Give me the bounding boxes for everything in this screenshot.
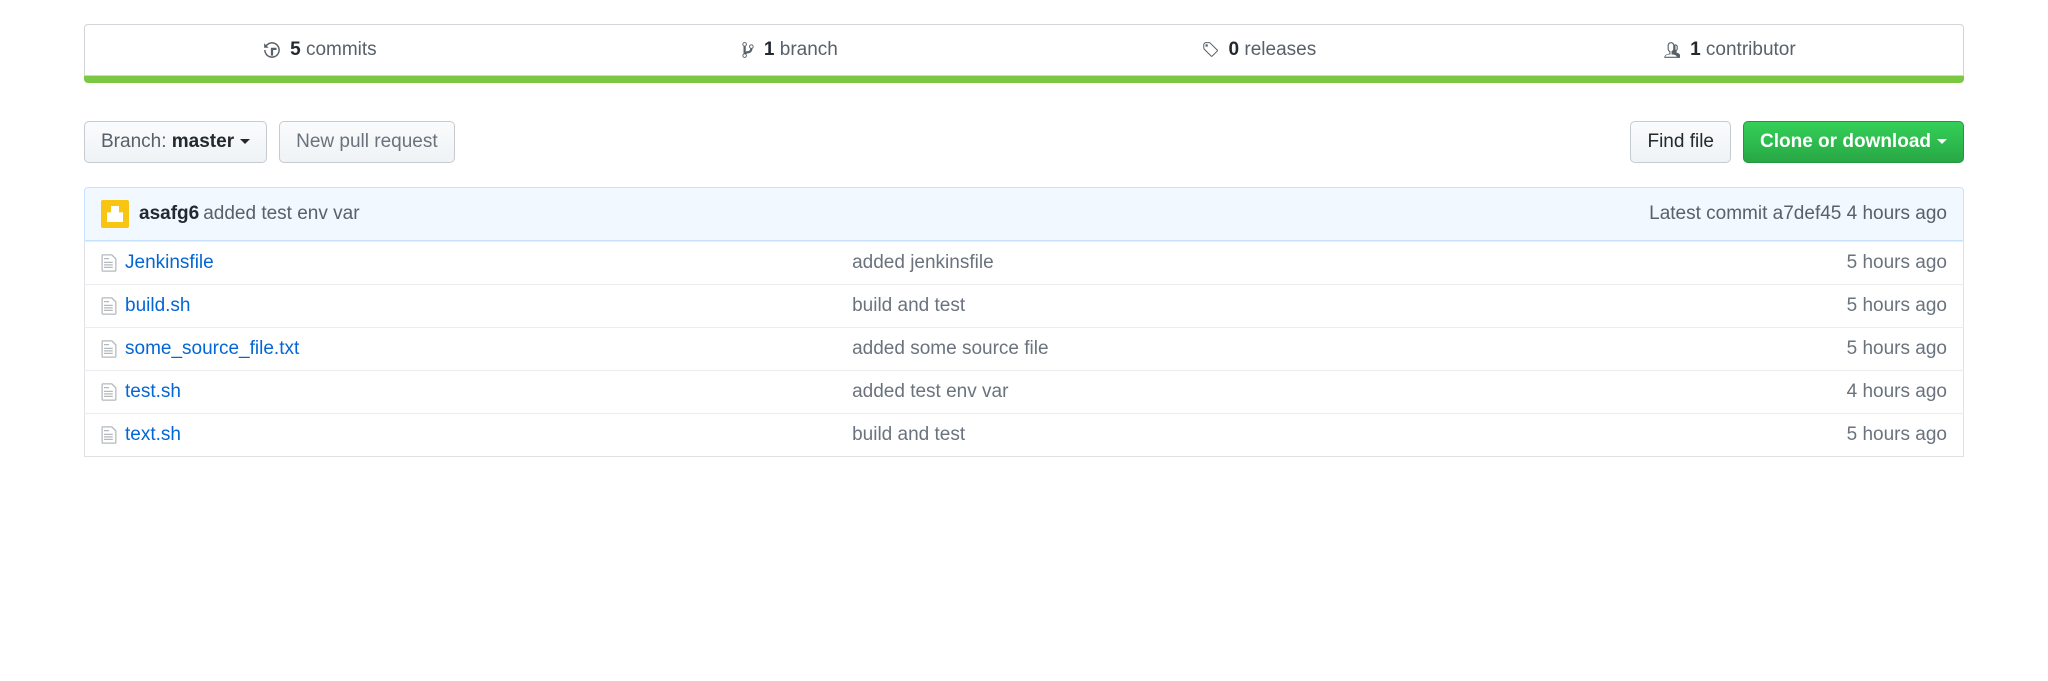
branches-label: branch — [780, 39, 838, 60]
file-icon — [101, 296, 117, 316]
file-toolbar: Branch: master New pull request Find fil… — [84, 121, 1964, 163]
repo-stats-bar: 5 commits 1 branch 0 releases 1 contribu… — [84, 24, 1964, 76]
commits-count: 5 — [290, 39, 301, 60]
commits-label: commits — [306, 39, 377, 60]
language-bar — [84, 76, 1964, 83]
contributors-label: contributor — [1706, 39, 1796, 60]
branches-stat[interactable]: 1 branch — [555, 25, 1025, 75]
file-link[interactable]: some_source_file.txt — [125, 338, 299, 359]
commit-message[interactable]: added test env var — [203, 203, 359, 225]
file-list: Jenkinsfileadded jenkinsfile5 hours agob… — [84, 241, 1964, 457]
file-icon — [101, 382, 117, 402]
branches-count: 1 — [764, 39, 775, 60]
branch-prefix: Branch: — [101, 131, 172, 152]
file-age: 4 hours ago — [1682, 371, 1964, 414]
contributors-count: 1 — [1690, 39, 1701, 60]
file-commit-message[interactable]: added test env var — [836, 371, 1682, 414]
caret-down-icon — [1937, 139, 1947, 144]
file-icon — [101, 339, 117, 359]
file-commit-message[interactable]: build and test — [836, 285, 1682, 328]
file-icon — [101, 425, 117, 445]
table-row: some_source_file.txt added some source fi… — [85, 328, 1964, 371]
file-age: 5 hours ago — [1682, 414, 1964, 457]
file-icon — [101, 253, 117, 273]
commits-stat[interactable]: 5 commits — [85, 25, 555, 75]
avatar[interactable] — [101, 200, 129, 228]
history-icon — [263, 41, 281, 59]
commit-meta-prefix: Latest commit — [1649, 203, 1773, 224]
file-age: 5 hours ago — [1682, 285, 1964, 328]
file-link[interactable]: build.sh — [125, 295, 191, 316]
branch-name: master — [172, 131, 234, 152]
people-icon — [1661, 41, 1681, 59]
branch-select-button[interactable]: Branch: master — [84, 121, 267, 163]
branch-icon — [741, 41, 755, 59]
file-link[interactable]: Jenkinsfile — [125, 252, 214, 273]
releases-label: releases — [1244, 39, 1316, 60]
releases-count: 0 — [1229, 39, 1240, 60]
latest-commit-bar: asafg6 added test env var Latest commit … — [84, 187, 1964, 241]
new-pull-request-button[interactable]: New pull request — [279, 121, 455, 163]
commit-age: 4 hours ago — [1841, 203, 1947, 224]
file-commit-message[interactable]: added some source file — [836, 328, 1682, 371]
file-age: 5 hours ago — [1682, 328, 1964, 371]
file-commit-message[interactable]: added jenkinsfile — [836, 242, 1682, 285]
table-row: build.sh build and test5 hours ago — [85, 285, 1964, 328]
caret-down-icon — [240, 139, 250, 144]
clone-download-button[interactable]: Clone or download — [1743, 121, 1964, 163]
file-link[interactable]: text.sh — [125, 424, 181, 445]
commit-sha[interactable]: a7def45 — [1773, 203, 1842, 224]
clone-label: Clone or download — [1760, 131, 1931, 152]
commit-author[interactable]: asafg6 — [139, 203, 199, 225]
table-row: text.sh build and test5 hours ago — [85, 414, 1964, 457]
file-link[interactable]: test.sh — [125, 381, 181, 402]
tag-icon — [1201, 41, 1219, 59]
commit-meta: Latest commit a7def45 4 hours ago — [1649, 203, 1947, 225]
table-row: Jenkinsfile added jenkinsfile5 hours ago — [85, 242, 1964, 285]
table-row: test.sh added test env var4 hours ago — [85, 371, 1964, 414]
contributors-stat[interactable]: 1 contributor — [1494, 25, 1964, 75]
releases-stat[interactable]: 0 releases — [1024, 25, 1494, 75]
file-commit-message[interactable]: build and test — [836, 414, 1682, 457]
find-file-button[interactable]: Find file — [1630, 121, 1731, 163]
file-age: 5 hours ago — [1682, 242, 1964, 285]
